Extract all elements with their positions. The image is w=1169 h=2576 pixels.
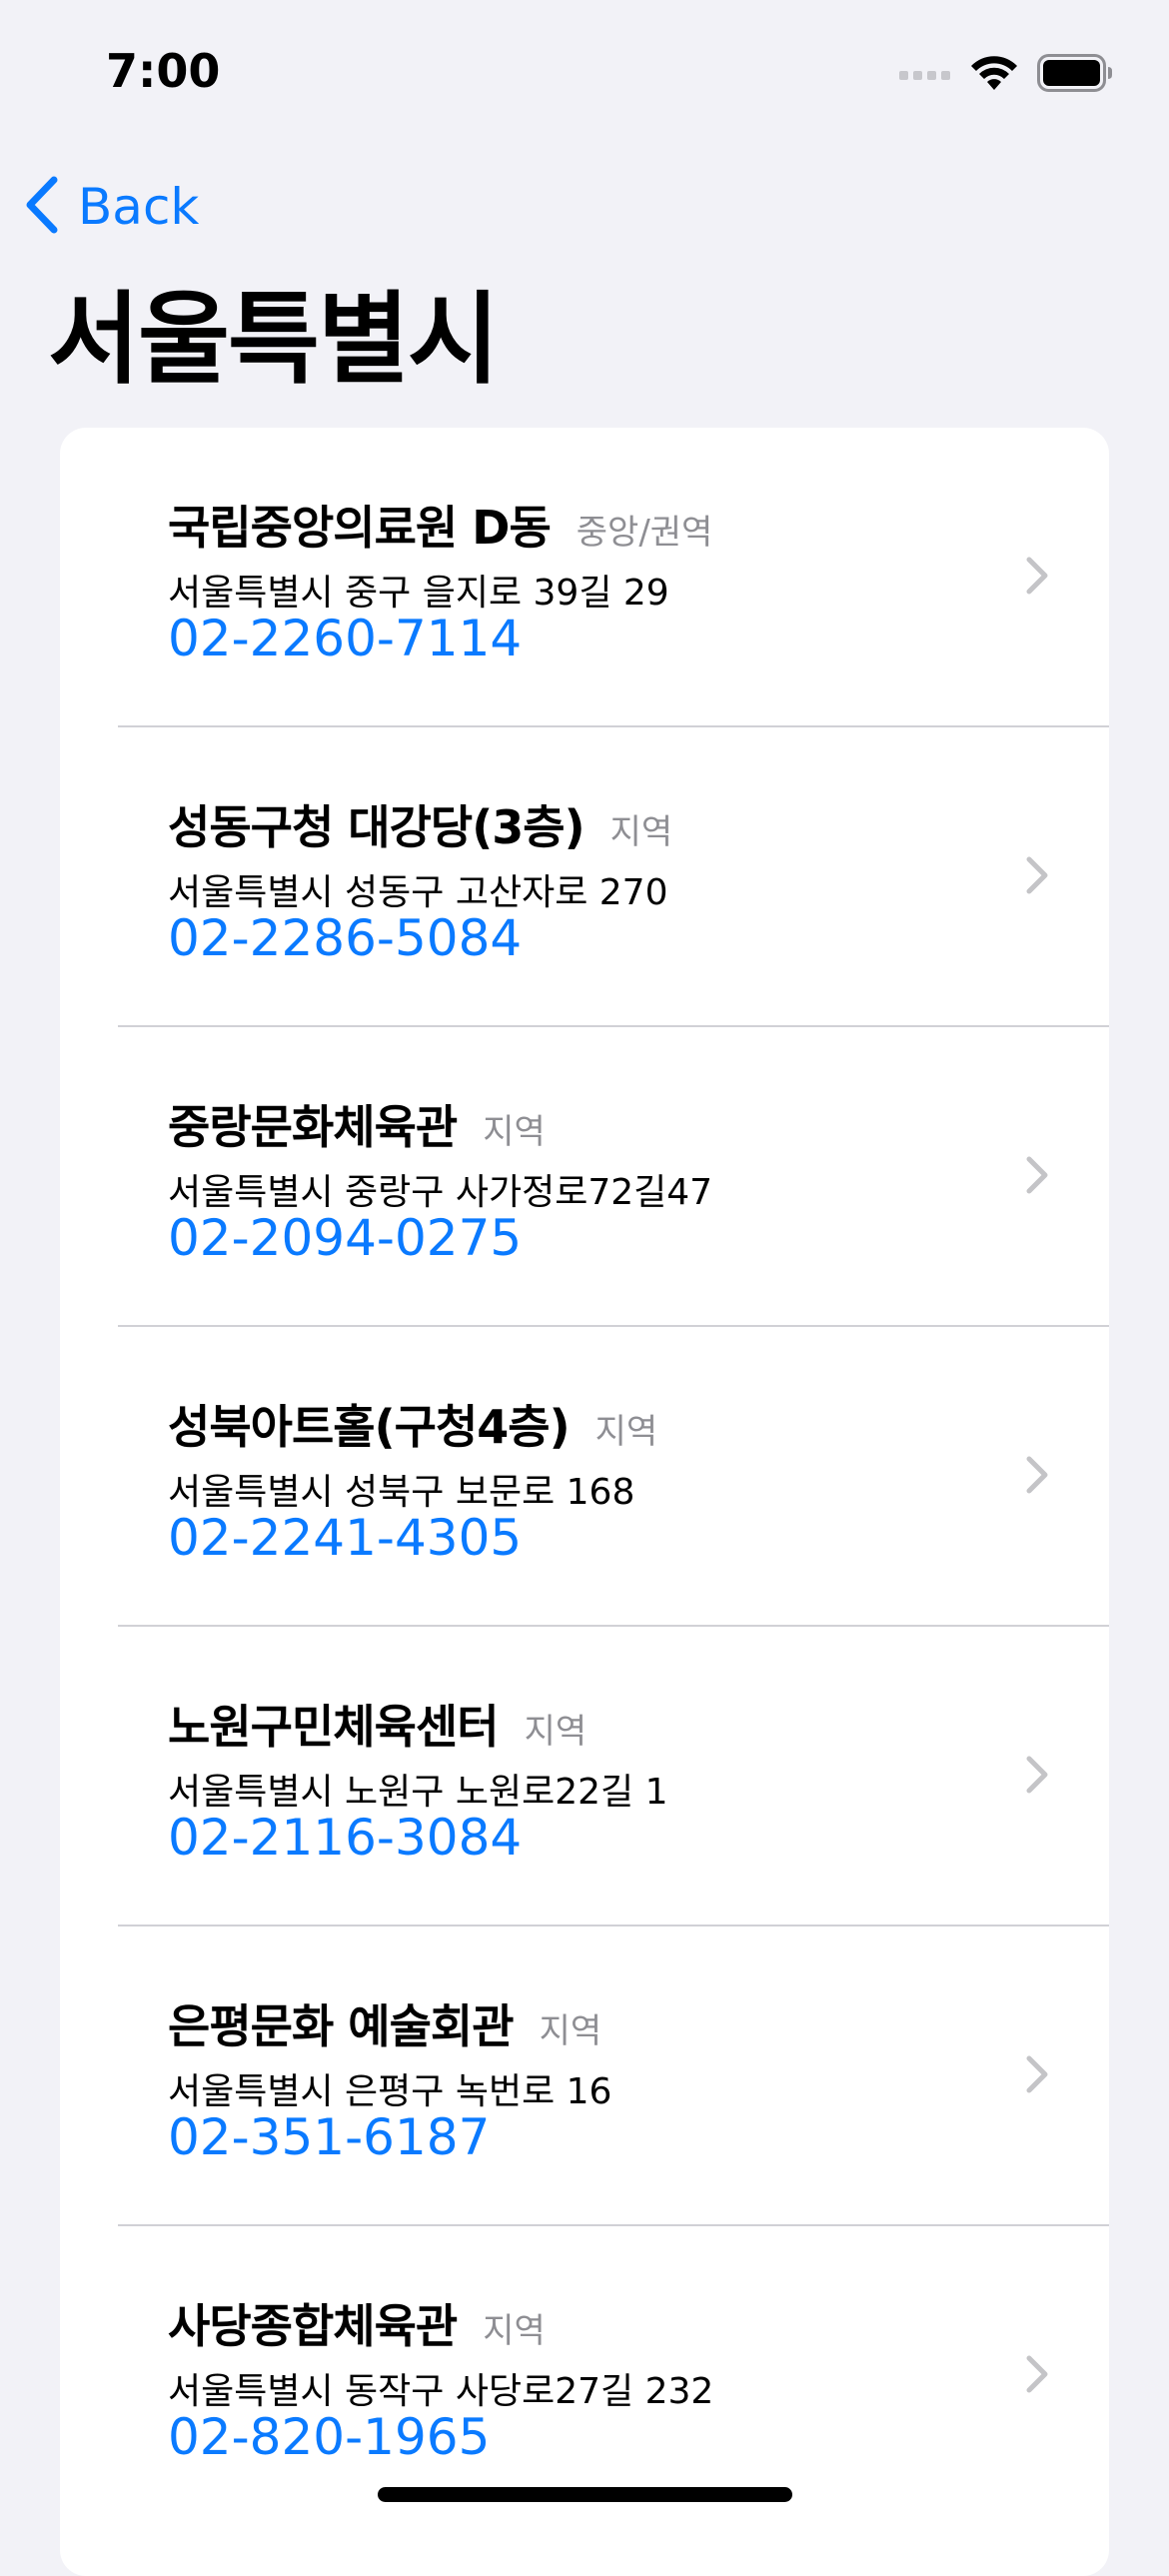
chevron-right-icon [1025,2354,1049,2394]
facility-phone-link[interactable]: 02-2241-4305 [168,1509,522,1567]
chevron-right-icon [1025,855,1049,895]
chevron-left-icon [24,176,60,238]
facility-name: 성동구청 대강당(3층) [168,800,585,854]
battery-icon [1037,54,1113,96]
facility-address: 서울특별시 성동구 고산자로 270 [168,872,668,913]
chevron-right-icon [1025,1455,1049,1495]
facility-type: 지역 [483,1112,546,1152]
list-item[interactable]: 노원구민체육센터 지역 서울특별시 노원구 노원로22길 1 02-2116-3… [60,1627,1109,1927]
item-title-row: 국립중앙의료원 D동 중앙/권역 [168,492,712,558]
list-item[interactable]: 성북아트홀(구청4층) 지역 서울특별시 성북구 보문로 168 02-2241… [60,1327,1109,1627]
back-label: Back [78,178,200,236]
facility-phone-link[interactable]: 02-820-1965 [168,2408,490,2466]
item-title-row: 은평문화 예술회관 지역 [168,1990,601,2056]
facility-list: 국립중앙의료원 D동 중앙/권역 서울특별시 중구 을지로 39길 29 02-… [60,428,1109,2576]
facility-address: 서울특별시 중구 을지로 39길 29 [168,573,669,614]
facility-type: 지역 [483,2311,546,2351]
list-item[interactable]: 은평문화 예술회관 지역 서울특별시 은평구 녹번로 16 02-351-618… [60,1927,1109,2226]
status-icons [899,50,1113,100]
list-item[interactable]: 중랑문화체육관 지역 서울특별시 중랑구 사가정로72길47 02-2094-0… [60,1027,1109,1327]
facility-address: 서울특별시 중랑구 사가정로72길47 [168,1172,713,1213]
item-title-row: 노원구민체육센터 지역 [168,1691,586,1757]
facility-type: 지역 [539,2011,602,2051]
list-item[interactable]: 사당종합체육관 지역 서울특별시 동작구 사당로27길 232 02-820-1… [60,2226,1109,2526]
facility-name: 중랑문화체육관 [168,1100,458,1154]
facility-phone-link[interactable]: 02-351-6187 [168,2108,490,2166]
list-item[interactable]: 성동구청 대강당(3층) 지역 서울특별시 성동구 고산자로 270 02-22… [60,727,1109,1027]
chevron-right-icon [1025,1755,1049,1795]
facility-type: 지역 [524,1712,587,1752]
facility-name: 성북아트홀(구청4층) [168,1400,571,1454]
item-title-row: 성동구청 대강당(3층) 지역 [168,791,672,857]
list-item[interactable]: 국립중앙의료원 D동 중앙/권역 서울특별시 중구 을지로 39길 29 02-… [60,428,1109,727]
page-title: 서울특별시 [48,281,500,398]
facility-name: 사당종합체육관 [168,2299,458,2353]
wifi-icon [969,54,1019,96]
status-bar: 7:00 [0,0,1169,140]
facility-name: 국립중앙의료원 D동 [168,501,552,555]
status-time: 7:00 [106,44,221,98]
facility-name: 노원구민체육센터 [168,1700,500,1754]
facility-phone-link[interactable]: 02-2260-7114 [168,610,522,667]
chevron-right-icon [1025,2054,1049,2094]
navigation-bar: Back [0,160,1169,260]
item-title-row: 사당종합체육관 지역 [168,2290,546,2356]
facility-address: 서울특별시 성북구 보문로 168 [168,1472,635,1513]
facility-address: 서울특별시 동작구 사당로27길 232 [168,2371,714,2412]
facility-type: 지역 [594,1412,658,1452]
item-title-row: 중랑문화체육관 지역 [168,1091,546,1157]
facility-address: 서울특별시 노원구 노원로22길 1 [168,1772,668,1813]
cellular-signal-icon [899,66,951,85]
home-indicator[interactable] [378,2487,792,2502]
facility-phone-link[interactable]: 02-2116-3084 [168,1809,522,1867]
facility-address: 서울특별시 은평구 녹번로 16 [168,2071,612,2112]
facility-type: 중앙/권역 [576,513,713,553]
chevron-right-icon [1025,1155,1049,1195]
facility-phone-link[interactable]: 02-2094-0275 [168,1209,522,1267]
back-button[interactable]: Back [24,176,199,238]
facility-phone-link[interactable]: 02-2286-5084 [168,909,522,967]
item-title-row: 성북아트홀(구청4층) 지역 [168,1391,657,1457]
facility-type: 지역 [609,812,673,852]
facility-name: 은평문화 예술회관 [168,1999,515,2053]
chevron-right-icon [1025,556,1049,596]
